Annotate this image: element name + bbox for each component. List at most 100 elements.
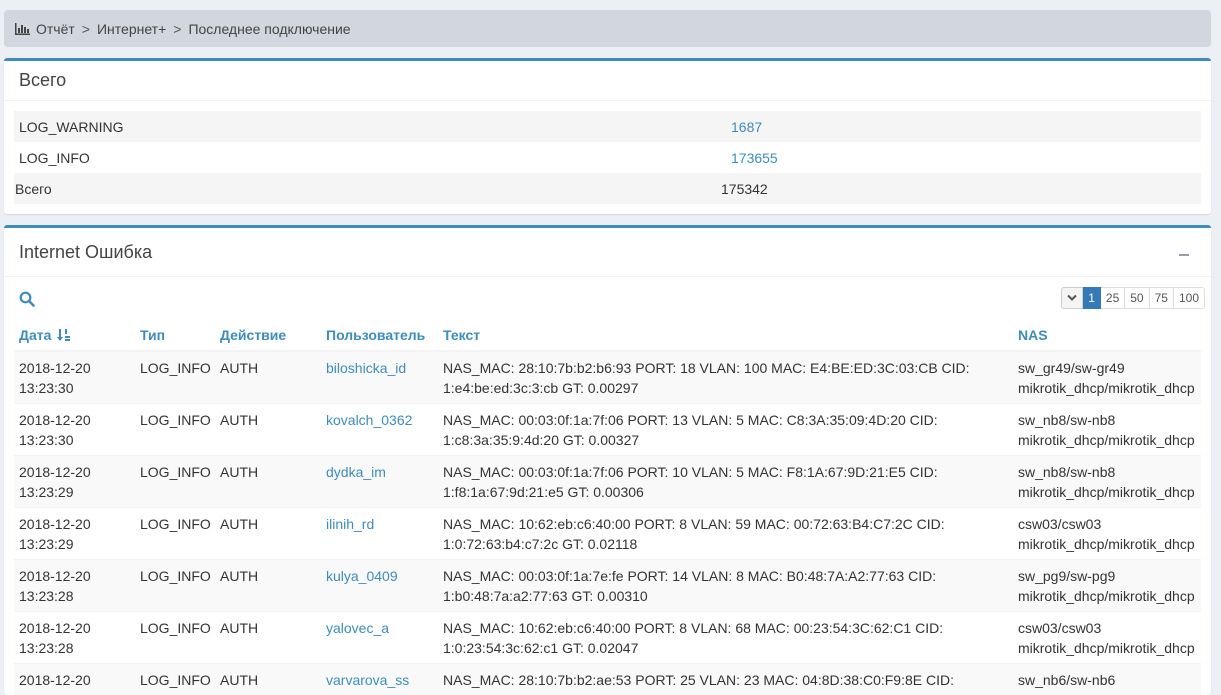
cell-type: LOG_INFO	[135, 456, 215, 508]
cell-text-line: 1:0:23:54:3c:62:c1 GT: 0.02047	[443, 638, 1008, 658]
cell-date-time: 13:23:30	[19, 430, 130, 450]
cell-user: kulya_0409	[321, 560, 438, 612]
search-icon[interactable]	[19, 291, 35, 307]
user-link[interactable]: yalovec_a	[326, 620, 389, 636]
cell-nas: sw_nb6/sw-nb6	[1013, 664, 1201, 695]
cell-date: 2018-12-2013:23:28	[14, 560, 135, 612]
cell-date: 2018-12-2013:23:28	[14, 612, 135, 664]
cell-nas-line: mikrotik_dhcp/mikrotik_dhcp	[1018, 378, 1196, 398]
cell-user: kovalch_0362	[321, 404, 438, 456]
chevron-down-icon[interactable]	[1061, 287, 1083, 309]
cell-date-time: 13:23:29	[19, 482, 130, 502]
cell-nas: sw_nb8/sw-nb8mikrotik_dhcp/mikrotik_dhcp	[1013, 404, 1201, 456]
user-link[interactable]: kulya_0409	[326, 568, 398, 584]
column-header-user[interactable]: Пользователь	[321, 319, 438, 351]
cell-action: AUTH	[215, 456, 321, 508]
cell-nas-line: sw_nb8/sw-nb8	[1018, 462, 1196, 482]
cell-type: LOG_INFO	[135, 351, 215, 404]
user-link[interactable]: kovalch_0362	[326, 412, 412, 428]
sort-desc-icon[interactable]	[57, 328, 71, 342]
table-row: 2018-12-2013:23:28LOG_INFOAUTH kulya_0409…	[14, 560, 1201, 612]
table-row: 2018-12-2013:23:29LOG_INFOAUTH dydka_im NA…	[14, 456, 1201, 508]
cell-nas-line: sw_gr49/sw-gr49	[1018, 358, 1196, 378]
cell-text: NAS_MAC: 10:62:eb:c6:40:00 PORT: 8 VLAN:…	[438, 612, 1013, 664]
page-size-option[interactable]: 75	[1150, 287, 1174, 309]
cell-nas-line: mikrotik_dhcp/mikrotik_dhcp	[1018, 638, 1196, 658]
summary-row-name: LOG_WARNING	[14, 111, 721, 142]
cell-nas: sw_nb8/sw-nb8mikrotik_dhcp/mikrotik_dhcp	[1013, 456, 1201, 508]
cell-date-day: 2018-12-20	[19, 410, 130, 430]
breadcrumb-item-report[interactable]: Отчёт	[36, 21, 75, 37]
cell-nas-line: sw_nb6/sw-nb6	[1018, 670, 1196, 690]
cell-nas-line: sw_nb8/sw-nb8	[1018, 410, 1196, 430]
log-table: Дата Тип Действие Пользователь Текст N	[14, 319, 1201, 695]
cell-nas-line: mikrotik_dhcp/mikrotik_dhcp	[1018, 482, 1196, 502]
log-box-header: Internet Ошибка	[4, 228, 1211, 277]
column-header-type[interactable]: Тип	[135, 319, 215, 351]
cell-date-day: 2018-12-20	[19, 566, 130, 586]
cell-nas-line: mikrotik_dhcp/mikrotik_dhcp	[1018, 430, 1196, 450]
cell-text-line: NAS_MAC: 00:03:0f:1a:7f:06 PORT: 10 VLAN…	[443, 462, 1008, 482]
page: Отчёт > Интернет+ > Последнее подключени…	[0, 0, 1221, 695]
breadcrumb-item-last-connection: Последнее подключение	[188, 21, 350, 37]
cell-date: 2018-12-2013:23:29	[14, 456, 135, 508]
user-link[interactable]: biloshicka_id	[326, 360, 406, 376]
cell-nas: sw_gr49/sw-gr49mikrotik_dhcp/mikrotik_dh…	[1013, 351, 1201, 404]
summary-total-value: 175342	[721, 173, 1201, 204]
page-size-option[interactable]: 50	[1125, 287, 1149, 309]
minus-icon[interactable]	[1179, 248, 1191, 260]
page-size-option[interactable]: 100	[1174, 287, 1205, 309]
cell-text: NAS_MAC: 28:10:7b:b2:b6:93 PORT: 18 VLAN…	[438, 351, 1013, 404]
summary-row: LOG_INFO 173655	[14, 142, 1201, 173]
cell-date-day: 2018-12-20	[19, 514, 130, 534]
cell-action: AUTH	[215, 351, 321, 404]
cell-date: 2018-12-2013:23:29	[14, 508, 135, 560]
cell-type: LOG_INFO	[135, 664, 215, 695]
summary-row-value-link[interactable]: 1687	[726, 119, 762, 135]
cell-nas-line: sw_pg9/sw-pg9	[1018, 566, 1196, 586]
cell-date-day: 2018-12-20	[19, 358, 130, 378]
cell-type: LOG_INFO	[135, 404, 215, 456]
summary-row: LOG_WARNING 1687	[14, 111, 1201, 142]
cell-text-line: 1:0:72:63:b4:c7:2c GT: 0.02118	[443, 534, 1008, 554]
column-header-nas[interactable]: NAS	[1013, 319, 1201, 351]
table-row: 2018-12-2013:23:29LOG_INFOAUTH ilinih_rd N…	[14, 508, 1201, 560]
cell-action: AUTH	[215, 560, 321, 612]
user-link[interactable]: varvarova_ss	[326, 672, 409, 688]
cell-date-time: 13:23:28	[19, 638, 130, 658]
breadcrumb: Отчёт > Интернет+ > Последнее подключени…	[4, 10, 1211, 47]
column-header-date[interactable]: Дата	[14, 319, 135, 351]
breadcrumb-separator: >	[173, 21, 181, 37]
breadcrumb-separator: >	[82, 21, 90, 37]
breadcrumb-item-internet[interactable]: Интернет+	[97, 21, 166, 37]
log-tools: 1 25 50 75 100	[4, 277, 1211, 319]
cell-text-line: NAS_MAC: 28:10:7b:b2:ae:53 PORT: 25 VLAN…	[443, 670, 1008, 690]
table-row: 2018-12-2013:23:28LOG_INFOAUTH yalovec_a N…	[14, 612, 1201, 664]
cell-date-day: 2018-12-20	[19, 618, 130, 638]
cell-text-line: NAS_MAC: 28:10:7b:b2:b6:93 PORT: 18 VLAN…	[443, 358, 1008, 378]
cell-date: 2018-12-2013:23:30	[14, 351, 135, 404]
cell-type: LOG_INFO	[135, 508, 215, 560]
cell-action: AUTH	[215, 508, 321, 560]
page-size-option[interactable]: 25	[1101, 287, 1125, 309]
cell-nas: sw_pg9/sw-pg9mikrotik_dhcp/mikrotik_dhcp	[1013, 560, 1201, 612]
cell-nas-line: mikrotik_dhcp/mikrotik_dhcp	[1018, 586, 1196, 606]
user-link[interactable]: ilinih_rd	[326, 516, 374, 532]
cell-type: LOG_INFO	[135, 560, 215, 612]
cell-date: 2018-12-2013:23:30	[14, 404, 135, 456]
column-header-action[interactable]: Действие	[215, 319, 321, 351]
cell-text-line: NAS_MAC: 00:03:0f:1a:7e:fe PORT: 14 VLAN…	[443, 566, 1008, 586]
cell-text: NAS_MAC: 00:03:0f:1a:7f:06 PORT: 13 VLAN…	[438, 404, 1013, 456]
cell-date-day: 2018-12-20	[19, 462, 130, 482]
summary-table: LOG_WARNING 1687 LOG_INFO 173655 Всего 1…	[14, 111, 1201, 204]
summary-row-name: LOG_INFO	[14, 142, 721, 173]
summary-row-value-link[interactable]: 173655	[726, 150, 778, 166]
cell-text-line: 1:f8:1a:67:9d:21:e5 GT: 0.00306	[443, 482, 1008, 502]
page-size-option[interactable]: 1	[1083, 287, 1101, 309]
summary-total-name: Всего	[14, 173, 721, 204]
column-header-text[interactable]: Текст	[438, 319, 1013, 351]
cell-action: AUTH	[215, 612, 321, 664]
user-link[interactable]: dydka_im	[326, 464, 386, 480]
cell-type: LOG_INFO	[135, 612, 215, 664]
cell-text-line: NAS_MAC: 10:62:eb:c6:40:00 PORT: 8 VLAN:…	[443, 514, 1008, 534]
